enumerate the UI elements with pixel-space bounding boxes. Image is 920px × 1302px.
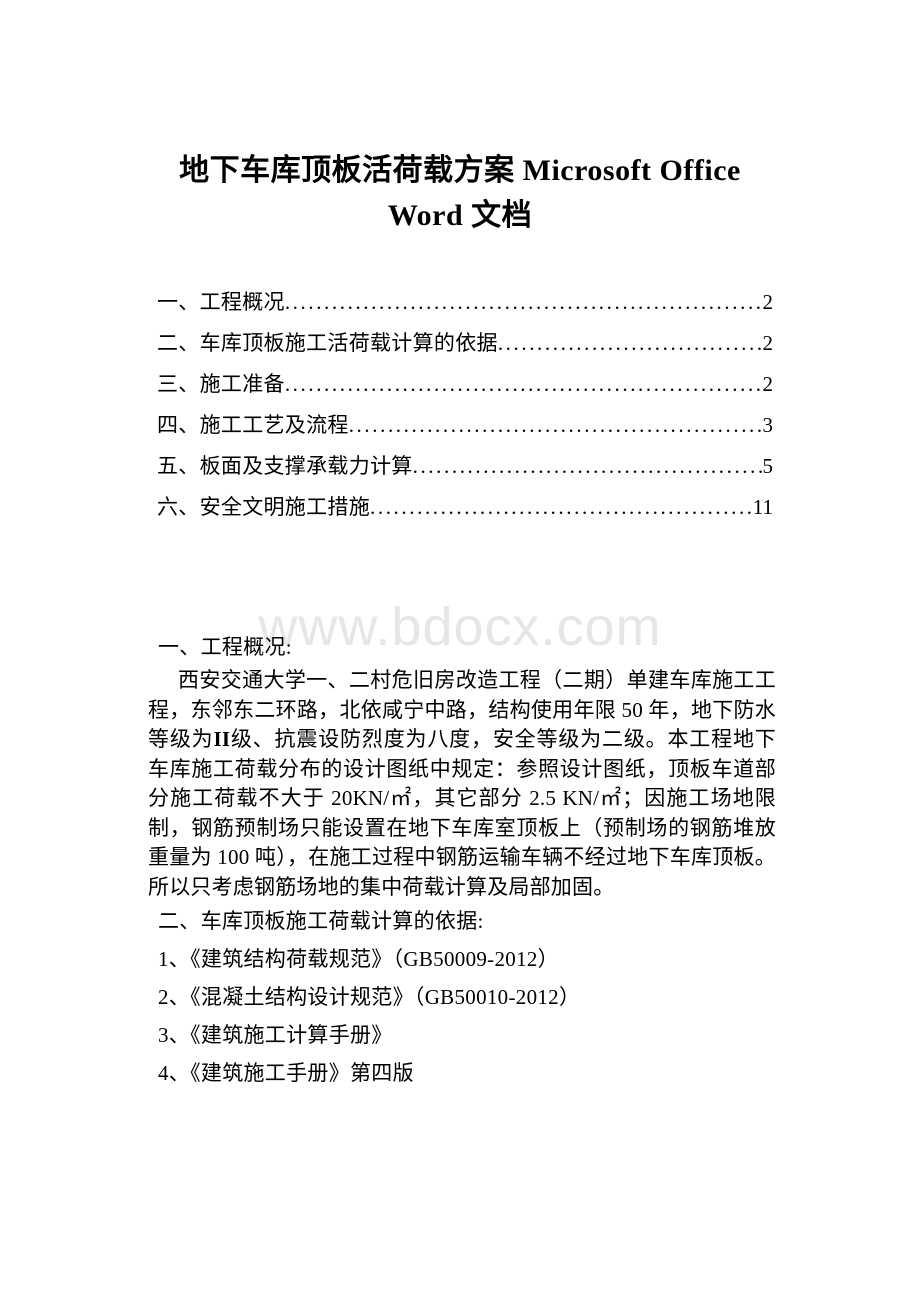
section-one-paragraph: 西安交通大学一、二村危旧房改造工程（二期）单建车库施工工程，东邻东二环路，北依咸… [148, 666, 776, 902]
toc-entry-label: 一、工程概况 [157, 290, 285, 314]
document-body: 一、工程概况: 西安交通大学一、二村危旧房改造工程（二期）单建车库施工工程，东邻… [148, 628, 776, 1092]
toc-dot-leader: ........................................… [412, 455, 763, 478]
reference-item: 3、《建筑施工计算手册》 [158, 1023, 393, 1047]
toc-entry-page: 2 [762, 372, 774, 396]
section-one-heading: 一、工程概况: [158, 635, 292, 659]
toc-entry[interactable]: 一、工程概况 .................................… [157, 291, 773, 332]
toc-dot-leader: ........................................… [284, 291, 763, 314]
page-title: 地下车库顶板活荷载方案 Microsoft Office Word 文档 [150, 148, 770, 238]
toc-entry-page: 2 [762, 290, 774, 314]
toc-entry[interactable]: 二、车库顶板施工活荷载计算的依据 .......................… [157, 332, 773, 373]
toc-entry-page: 2 [762, 331, 774, 355]
toc-entry[interactable]: 四、施工工艺及流程 ..............................… [157, 414, 773, 455]
table-of-contents: 一、工程概况 .................................… [157, 291, 773, 537]
toc-dot-leader: ........................................… [370, 496, 753, 519]
page-title-line-2: Word 文档 [387, 199, 533, 232]
section-one-paragraph-part2: 级、抗震设防烈度为八度，安全等级为二级。本工程地下车库施工荷载分布的设计图纸中规… [148, 727, 776, 899]
toc-entry-page: 3 [762, 413, 774, 437]
toc-entry-label: 二、车库顶板施工活荷载计算的依据 [157, 331, 498, 355]
section-two-heading: 二、车库顶板施工荷载计算的依据: [158, 909, 484, 933]
toc-entry[interactable]: 五、板面及支撑承载力计算 ...........................… [157, 455, 773, 496]
reference-item: 4、《建筑施工手册》第四版 [158, 1061, 414, 1085]
reference-item: 2、《混凝土结构设计规范》（GB50010-2012） [158, 985, 581, 1009]
document-page: www.bdocx.com 地下车库顶板活荷载方案 Microsoft Offi… [0, 0, 920, 1302]
waterproof-grade-value: II [213, 727, 231, 751]
toc-dot-leader: ........................................… [497, 332, 763, 355]
toc-entry-label: 四、施工工艺及流程 [157, 413, 349, 437]
toc-dot-leader: ........................................… [348, 414, 763, 437]
toc-entry-page: 5 [762, 454, 774, 478]
reference-item: 1、《建筑结构荷载规范》（GB50009-2012） [158, 947, 559, 971]
toc-dot-leader: ........................................… [284, 373, 763, 396]
page-title-line-1: 地下车库顶板活荷载方案 Microsoft Office [179, 154, 741, 187]
toc-entry-label: 六、安全文明施工措施 [157, 495, 370, 519]
toc-entry-page: 11 [752, 495, 773, 519]
toc-entry-label: 三、施工准备 [157, 372, 285, 396]
toc-entry[interactable]: 六、安全文明施工措施 .............................… [157, 496, 773, 537]
toc-entry[interactable]: 三、施工准备 .................................… [157, 373, 773, 414]
toc-entry-label: 五、板面及支撑承载力计算 [157, 454, 413, 478]
